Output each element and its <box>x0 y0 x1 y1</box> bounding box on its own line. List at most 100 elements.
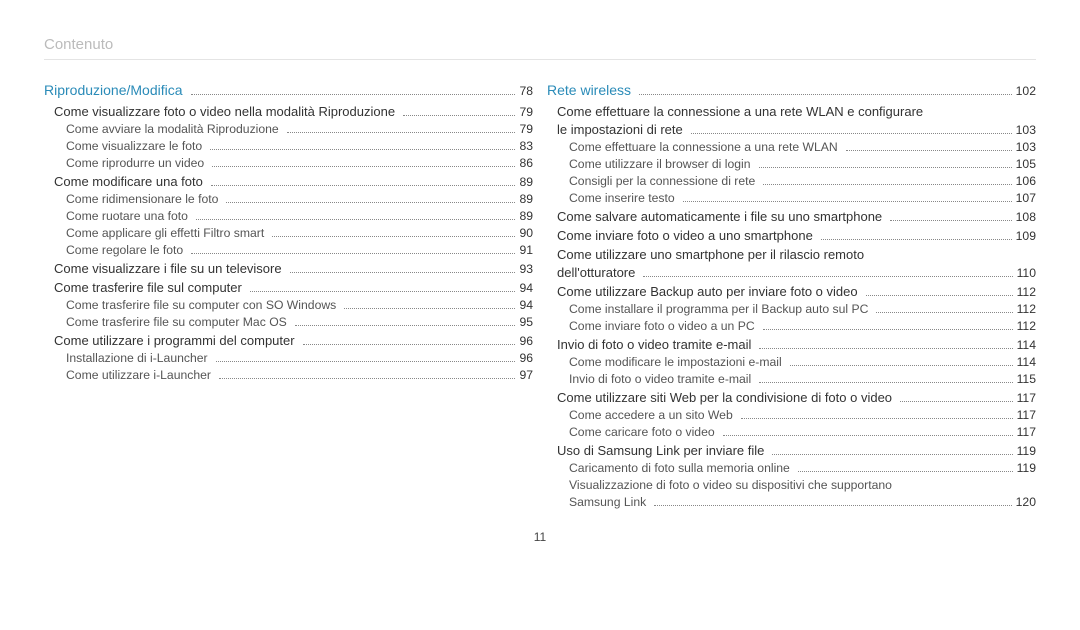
toc-title: Come riprodurre un video <box>66 156 208 170</box>
toc-title: Come visualizzare le foto <box>66 139 206 153</box>
toc-page: 115 <box>1017 372 1036 386</box>
toc-page: 114 <box>1017 338 1036 352</box>
toc-row: Invio di foto o video tramite e-mail 114 <box>547 337 1036 352</box>
leader <box>191 253 515 254</box>
leader <box>763 184 1011 185</box>
leader <box>763 329 1013 330</box>
toc-title: Come trasferire ﬁle su computer Mac OS <box>66 315 291 329</box>
leader <box>643 276 1012 277</box>
leader <box>790 365 1013 366</box>
leader <box>290 272 516 273</box>
toc-title: le impostazioni di rete <box>557 122 687 137</box>
toc-row: Visualizzazione di foto o video su dispo… <box>547 478 1036 492</box>
toc-page: 97 <box>519 368 533 382</box>
leader <box>900 401 1013 402</box>
toc-row: Come avviare la modalità Riproduzione79 <box>44 122 533 136</box>
leader <box>403 115 515 116</box>
toc-row: Come ridimensionare le foto 89 <box>44 192 533 206</box>
toc-page: 117 <box>1017 425 1036 439</box>
toc-row: Come utilizzare siti Web per la condivis… <box>547 390 1036 405</box>
toc-title: Come utilizzare i programmi del computer <box>54 333 299 348</box>
leader <box>866 295 1013 296</box>
toc-title: Come visualizzare foto o video nella mod… <box>54 104 399 119</box>
toc-row: Come visualizzare i ﬁle su un televisore… <box>44 261 533 276</box>
toc-page: 103 <box>1016 140 1036 154</box>
leader <box>798 471 1013 472</box>
toc-title: Invio di foto o video tramite e-mail <box>557 337 755 352</box>
toc-title: dell'otturatore <box>557 265 639 280</box>
leader <box>210 149 515 150</box>
leader <box>639 94 1012 95</box>
toc-row: Installazione di i-Launcher96 <box>44 351 533 365</box>
chapter-page: 102 <box>1016 84 1036 98</box>
leader <box>691 133 1012 134</box>
leader <box>759 348 1012 349</box>
toc-row: Come trasferire ﬁle sul computer 94 <box>44 280 533 295</box>
toc-title: Uso di Samsung Link per inviare ﬁle <box>557 443 768 458</box>
toc-page: 112 <box>1017 319 1036 333</box>
toc-title: Come inviare foto o video a uno smartpho… <box>557 228 817 243</box>
chapter-row: Rete wireless 102 <box>547 82 1036 98</box>
toc-page: 112 <box>1017 302 1036 316</box>
toc-page: 108 <box>1016 210 1036 224</box>
toc-page: 89 <box>519 175 533 189</box>
chapter-page: 78 <box>519 84 533 98</box>
toc-page: 79 <box>519 105 533 119</box>
toc-page: 96 <box>519 351 533 365</box>
toc-title: Come regolare le foto <box>66 243 187 257</box>
toc-title: Visualizzazione di foto o video su dispo… <box>569 478 896 492</box>
leader <box>741 418 1013 419</box>
toc-title: Come effettuare la connessione a una ret… <box>557 104 927 119</box>
toc-row: Come installare il programma per il Back… <box>547 302 1036 316</box>
toc-row: Come inserire testo107 <box>547 191 1036 205</box>
toc-title: Come utilizzare il browser di login <box>569 157 755 171</box>
toc-row: Consigli per la connessione di rete106 <box>547 174 1036 188</box>
toc-page: 79 <box>519 122 533 136</box>
toc-row: Samsung Link 120 <box>547 495 1036 509</box>
page-header: Contenuto <box>44 36 1036 60</box>
toc-title: Come ridimensionare le foto <box>66 192 222 206</box>
leader <box>890 220 1011 221</box>
leader <box>303 344 516 345</box>
leader <box>654 505 1011 506</box>
toc-page: 94 <box>519 281 533 295</box>
toc-page: 89 <box>519 209 533 223</box>
leader <box>219 378 515 379</box>
toc-row: Come modiﬁcare una foto89 <box>44 174 533 189</box>
toc-page: 119 <box>1017 444 1036 458</box>
toc-page: 86 <box>519 156 533 170</box>
toc-page: 120 <box>1016 495 1036 509</box>
toc-row: Come visualizzare foto o video nella mod… <box>44 104 533 119</box>
toc-row: Come trasferire ﬁle su computer con SO W… <box>44 298 533 312</box>
leader <box>772 454 1012 455</box>
leader <box>250 291 516 292</box>
toc-title: Come utilizzare Backup auto per inviare … <box>557 284 862 299</box>
toc-title: Come trasferire ﬁle sul computer <box>54 280 246 295</box>
toc-row: Come utilizzare i programmi del computer… <box>44 333 533 348</box>
toc-row: dell'otturatore 110 <box>547 265 1036 280</box>
toc-row: Come utilizzare il browser di login105 <box>547 157 1036 171</box>
toc-title: Come inserire testo <box>569 191 679 205</box>
toc-page: 112 <box>1017 285 1036 299</box>
leader <box>759 167 1012 168</box>
leader <box>683 201 1012 202</box>
leader <box>216 361 516 362</box>
toc-page: 90 <box>519 226 533 240</box>
toc-row: le impostazioni di rete103 <box>547 122 1036 137</box>
toc-title: Come effettuare la connessione a una ret… <box>569 140 842 154</box>
leader <box>211 185 516 186</box>
toc-page: 119 <box>1017 461 1036 475</box>
toc-page: 93 <box>519 262 533 276</box>
toc-page: 96 <box>519 334 533 348</box>
toc-title: Consigli per la connessione di rete <box>569 174 759 188</box>
toc-row: Come inviare foto o video a un PC112 <box>547 319 1036 333</box>
chapter-row: Riproduzione/Modiﬁca 78 <box>44 82 533 98</box>
toc-page: 110 <box>1017 266 1036 280</box>
toc-row: Uso di Samsung Link per inviare ﬁle 119 <box>547 443 1036 458</box>
toc-title: Come salvare automaticamente i ﬁle su un… <box>557 209 886 224</box>
toc-row: Come salvare automaticamente i ﬁle su un… <box>547 209 1036 224</box>
toc-page: 89 <box>519 192 533 206</box>
toc-page: 109 <box>1016 229 1036 243</box>
toc-row: Come modiﬁcare le impostazioni e-mail114 <box>547 355 1036 369</box>
toc-title: Samsung Link <box>569 495 650 509</box>
